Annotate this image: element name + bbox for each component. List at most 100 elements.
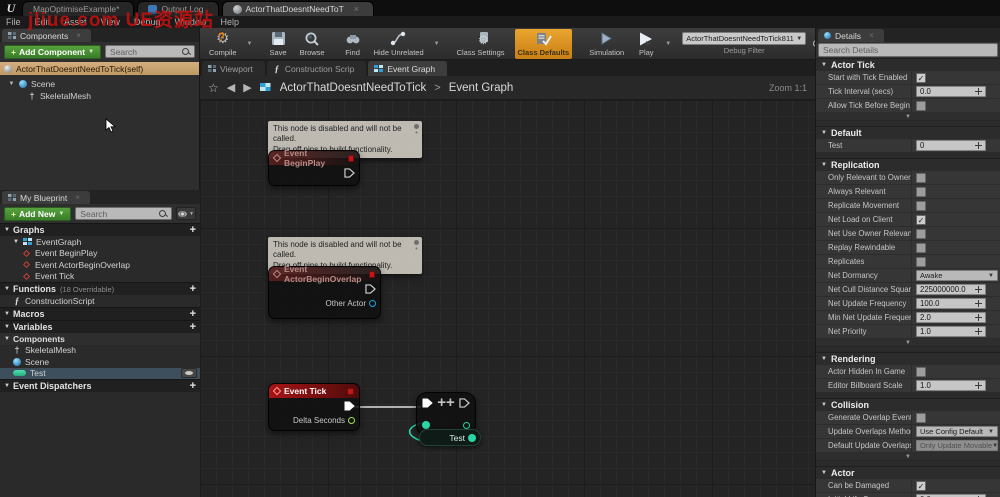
tab-details[interactable]: Details × bbox=[818, 29, 884, 42]
add-graphs-button[interactable]: + bbox=[190, 225, 196, 235]
net-cull-distance-squared-field[interactable]: 225000000.0 bbox=[916, 284, 986, 295]
components-search-input[interactable]: Search bbox=[105, 45, 195, 58]
node-test-getter[interactable]: Test bbox=[419, 429, 481, 446]
details-section-actor[interactable]: ▼Actor bbox=[816, 466, 1000, 479]
browse-button[interactable]: Browse bbox=[297, 29, 328, 59]
net-load-on-client-checkbox[interactable]: ✓ bbox=[916, 215, 926, 225]
replicate-movement-checkbox[interactable] bbox=[916, 201, 926, 211]
my-blueprint-search-input[interactable]: Search bbox=[75, 207, 172, 220]
breadcrumb-root[interactable]: ActorThatDoesntNeedToTick bbox=[280, 82, 427, 94]
can-be-damaged-checkbox[interactable]: ✓ bbox=[916, 481, 926, 491]
compile-options-chevron-icon[interactable]: ▼ bbox=[247, 41, 253, 47]
int-output-pin[interactable] bbox=[463, 422, 470, 429]
net-priority-field[interactable]: 1.0 bbox=[916, 326, 986, 337]
menu-view[interactable]: View bbox=[101, 17, 120, 27]
blueprint-item-test[interactable]: Test bbox=[0, 368, 200, 380]
net-update-frequency-field[interactable]: 100.0 bbox=[916, 298, 986, 309]
class-settings-button[interactable]: ⚙ Class Settings bbox=[454, 29, 508, 59]
play-options-chevron-icon[interactable]: ▼ bbox=[665, 41, 671, 47]
float-output-pin[interactable] bbox=[348, 417, 355, 424]
simulation-button[interactable]: Simulation bbox=[586, 29, 627, 59]
tab-event-graph[interactable]: Event Graph bbox=[368, 61, 447, 76]
blueprint-item-event-tick[interactable]: Event Tick bbox=[0, 271, 200, 283]
find-button[interactable]: Find bbox=[342, 29, 364, 59]
drag-value-icon[interactable] bbox=[975, 88, 982, 95]
close-icon[interactable]: × bbox=[869, 31, 874, 40]
section-header-macros[interactable]: ▼Macros+ bbox=[0, 307, 200, 320]
tick-interval-secs--field[interactable]: 0.0 bbox=[916, 86, 986, 97]
breadcrumb-current[interactable]: Event Graph bbox=[449, 82, 514, 94]
node-event-beginplay[interactable]: Event BeginPlay bbox=[268, 150, 360, 186]
actor-hidden-in-game-checkbox[interactable] bbox=[916, 367, 926, 377]
test-field[interactable]: 0 bbox=[916, 140, 986, 151]
update-overlaps-method-d-dropdown[interactable]: Use Config Default▼ bbox=[916, 426, 998, 437]
hide-unrelated-chevron-icon[interactable]: ▼ bbox=[434, 41, 440, 47]
play-button[interactable]: Play bbox=[634, 29, 658, 59]
tab-level[interactable]: MapOptimiseExample* bbox=[22, 1, 134, 16]
always-relevant-checkbox[interactable] bbox=[916, 187, 926, 197]
section-header-functions[interactable]: ▼Functions(18 Overridable)+ bbox=[0, 282, 200, 295]
drag-value-icon[interactable] bbox=[975, 382, 982, 389]
details-section-rendering[interactable]: ▼Rendering bbox=[816, 352, 1000, 365]
blueprint-item-skeletalmesh[interactable]: †SkeletalMesh bbox=[0, 345, 200, 357]
min-net-update-frequency-field[interactable]: 2.0 bbox=[916, 312, 986, 323]
tab-construction-script[interactable]: ƒ Construction Scrip bbox=[267, 61, 366, 76]
menu-help[interactable]: Help bbox=[220, 17, 239, 27]
section-header-graphs[interactable]: ▼Graphs+ bbox=[0, 223, 200, 236]
class-defaults-button[interactable]: Class Defaults bbox=[515, 29, 573, 59]
components-root-row[interactable]: ActorThatDoesntNeedToTick(self) bbox=[0, 62, 199, 75]
add-event-dispatchers-button[interactable]: + bbox=[190, 381, 196, 391]
menu-asset[interactable]: Asset bbox=[64, 17, 87, 27]
tree-item-skeletalmesh[interactable]: † SkeletalMesh bbox=[0, 90, 199, 102]
replay-rewindable-checkbox[interactable] bbox=[916, 243, 926, 253]
blueprint-item-constructionscript[interactable]: ƒConstructionScript bbox=[0, 295, 200, 307]
tab-my-blueprint[interactable]: My Blueprint × bbox=[2, 191, 90, 204]
hide-unrelated-button[interactable]: Hide Unrelated bbox=[371, 29, 427, 59]
tab-blueprint[interactable]: ActorThatDoesntNeedToT × bbox=[222, 1, 375, 16]
menu-debug[interactable]: Debug bbox=[134, 17, 161, 27]
net-dormancy-dropdown[interactable]: Awake▼ bbox=[916, 270, 998, 281]
close-icon[interactable]: × bbox=[76, 31, 81, 40]
exec-input-pin[interactable] bbox=[422, 398, 433, 408]
blueprint-item-event-actorbeginoverlap[interactable]: Event ActorBeginOverlap bbox=[0, 259, 200, 271]
drag-value-icon[interactable] bbox=[975, 314, 982, 321]
exec-output-pin[interactable] bbox=[344, 168, 355, 178]
debug-object-dropdown[interactable]: ActorThatDoesntNeedToTick811 ▼ bbox=[682, 32, 806, 45]
blueprint-item-eventgraph[interactable]: ▼EventGraph bbox=[0, 236, 200, 248]
drag-value-icon[interactable] bbox=[975, 300, 982, 307]
menu-edit[interactable]: Edit bbox=[35, 17, 51, 27]
allow-tick-before-begin-pl-checkbox[interactable] bbox=[916, 101, 926, 111]
add-macros-button[interactable]: + bbox=[190, 309, 196, 319]
event-graph-canvas[interactable]: This node is disabled and will not be ca… bbox=[200, 100, 815, 497]
subsection-header-components[interactable]: ▼Components bbox=[0, 333, 200, 345]
blueprint-item-scene[interactable]: Scene bbox=[0, 356, 200, 368]
editor-billboard-scale-field[interactable]: 1.0 bbox=[916, 380, 986, 391]
object-output-pin[interactable] bbox=[369, 300, 376, 307]
tab-output-log[interactable]: Output Log bbox=[137, 1, 218, 16]
net-use-owner-relevancy-checkbox[interactable] bbox=[916, 229, 926, 239]
tree-item-scene[interactable]: ▼ Scene bbox=[0, 78, 199, 90]
node-event-tick[interactable]: Event Tick Delta Seconds bbox=[268, 383, 360, 431]
default-update-overlaps-m-dropdown[interactable]: Only Update Movable▼ bbox=[916, 440, 998, 451]
section-expander[interactable]: ▼ bbox=[816, 113, 1000, 121]
tab-components[interactable]: Components × bbox=[2, 29, 91, 42]
details-search-input[interactable]: Search Details bbox=[818, 43, 998, 57]
generate-overlap-events-d-checkbox[interactable] bbox=[916, 413, 926, 423]
menu-file[interactable]: File bbox=[6, 17, 21, 27]
favorite-star-icon[interactable]: ☆ bbox=[208, 81, 219, 95]
save-button[interactable]: Save bbox=[266, 29, 289, 59]
drag-value-icon[interactable] bbox=[975, 286, 982, 293]
section-expander[interactable]: ▼ bbox=[816, 453, 1000, 461]
add-variables-button[interactable]: + bbox=[190, 322, 196, 332]
drag-value-icon[interactable] bbox=[975, 328, 982, 335]
exec-output-pin[interactable] bbox=[365, 284, 376, 294]
int-output-pin[interactable] bbox=[468, 434, 476, 442]
add-component-button[interactable]: + Add Component ▼ bbox=[4, 45, 101, 59]
menu-window[interactable]: Window bbox=[174, 17, 206, 27]
tab-viewport[interactable]: Viewport bbox=[202, 61, 265, 76]
details-section-replication[interactable]: ▼Replication bbox=[816, 158, 1000, 171]
details-section-collision[interactable]: ▼Collision bbox=[816, 398, 1000, 411]
chevron-down-icon[interactable]: ▼ bbox=[8, 81, 15, 87]
start-with-tick-enabled-checkbox[interactable]: ✓ bbox=[916, 73, 926, 83]
eye-icon[interactable] bbox=[181, 368, 197, 378]
